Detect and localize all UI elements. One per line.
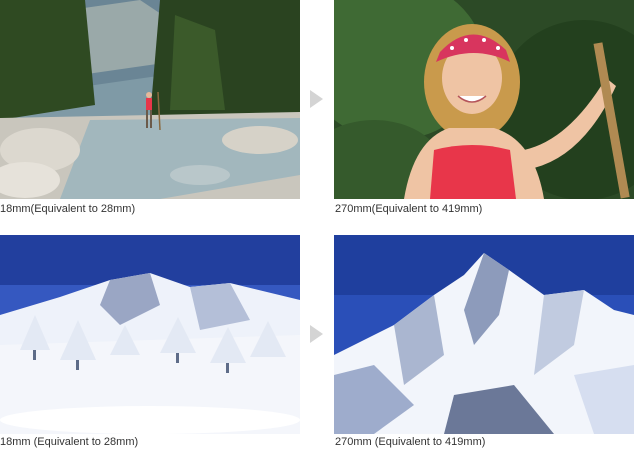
caption-tele-mountain: 270mm (Equivalent to 419mm) (335, 436, 486, 448)
photo-riverbed-tele (334, 0, 634, 199)
caption-wide-riverbed: 18mm(Equivalent to 28mm) (0, 203, 136, 215)
caption-wide-mountain: 18mm (Equivalent to 28mm) (0, 436, 139, 448)
arrow-right-icon (310, 90, 323, 108)
photo-riverbed-wide (0, 0, 300, 199)
photo-snow-mountain-wide (0, 235, 300, 434)
photo-snow-mountain-tele (334, 235, 634, 434)
caption-tele-riverbed: 270mm(Equivalent to 419mm) (335, 203, 483, 215)
arrow-right-icon (310, 325, 323, 343)
